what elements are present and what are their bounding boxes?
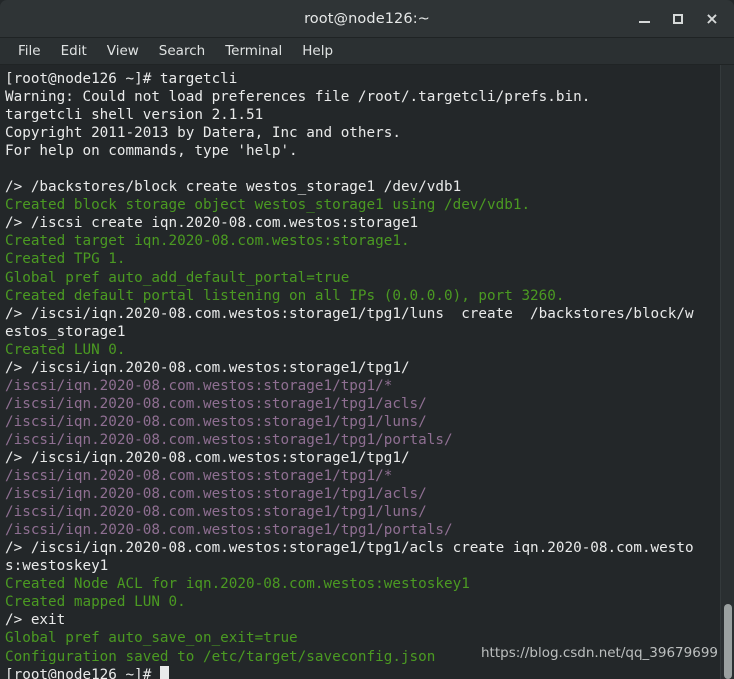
terminal-line: /> exit: [5, 612, 66, 629]
minimize-icon: [638, 21, 650, 23]
terminal-line: /> /iscsi/iqn.2020-08.com.westos:storage…: [5, 359, 410, 376]
terminal-line: [root@node126 ~]# targetcli: [5, 71, 238, 87]
title-bar: root@node126:~ ×: [0, 0, 734, 38]
window-title: root@node126:~: [304, 10, 430, 27]
menu-item-file[interactable]: File: [8, 41, 51, 61]
maximize-button[interactable]: [670, 11, 686, 27]
terminal-line: Created mapped LUN 0.: [5, 594, 186, 611]
terminal-output[interactable]: [root@node126 ~]# targetcli Warning: Coul…: [0, 65, 734, 679]
menu-item-help[interactable]: Help: [292, 41, 343, 61]
terminal-line: /iscsi/iqn.2020-08.com.westos:storage1/t…: [5, 431, 453, 448]
terminal-line: Created target iqn.2020-08.com.westos:st…: [5, 233, 410, 250]
maximize-icon: [673, 13, 683, 24]
terminal-line: /iscsi/iqn.2020-08.com.westos:storage1/t…: [5, 468, 393, 485]
terminal-viewport[interactable]: [root@node126 ~]# targetcli Warning: Coul…: [0, 65, 734, 679]
minimize-button[interactable]: [636, 11, 652, 27]
menu-item-search[interactable]: Search: [149, 41, 215, 61]
terminal-cursor: [159, 665, 169, 679]
terminal-line: Global pref auto_add_default_portal=true: [5, 269, 350, 286]
terminal-line: /> /iscsi/iqn.2020-08.com.westos:storage…: [5, 540, 694, 557]
terminal-line: Created TPG 1.: [5, 251, 126, 268]
terminal-line: /iscsi/iqn.2020-08.com.westos:storage1/t…: [5, 486, 427, 503]
terminal-line: /> /backstores/block create westos_stora…: [5, 179, 462, 196]
terminal-line: s:westoskey1: [5, 558, 109, 575]
terminal-line: /> /iscsi/iqn.2020-08.com.westos:storage…: [5, 305, 694, 322]
menu-item-terminal[interactable]: Terminal: [215, 41, 292, 61]
terminal-line: Created default portal listening on all …: [5, 287, 565, 304]
terminal-line: Created Node ACL for iqn.2020-08.com.wes…: [5, 576, 470, 593]
menu-item-edit[interactable]: Edit: [51, 41, 97, 61]
terminal-line: targetcli shell version 2.1.51: [5, 107, 264, 124]
menu-item-view[interactable]: View: [97, 41, 149, 61]
terminal-prompt: [root@node126 ~]#: [5, 666, 160, 679]
window-controls: ×: [636, 0, 726, 37]
terminal-line: /iscsi/iqn.2020-08.com.westos:storage1/t…: [5, 522, 453, 539]
terminal-scrollbar[interactable]: [720, 65, 734, 679]
close-icon: ×: [705, 8, 719, 28]
terminal-line: /iscsi/iqn.2020-08.com.westos:storage1/t…: [5, 395, 427, 412]
scrollbar-thumb[interactable]: [724, 604, 732, 679]
terminal-line: Created block storage object westos_stor…: [5, 197, 531, 214]
menu-bar: File Edit View Search Terminal Help: [0, 38, 734, 65]
terminal-line: For help on commands, type 'help'.: [5, 143, 298, 160]
terminal-line: Created LUN 0.: [5, 341, 126, 358]
terminal-line: /iscsi/iqn.2020-08.com.westos:storage1/t…: [5, 377, 393, 394]
terminal-line: estos_storage1: [5, 323, 126, 340]
terminal-line: Warning: Could not load preferences file…: [5, 89, 591, 106]
terminal-line: /iscsi/iqn.2020-08.com.westos:storage1/t…: [5, 413, 427, 430]
terminal-prompt-line[interactable]: [root@node126 ~]#: [5, 665, 734, 679]
terminal-window: root@node126:~ × File Edit View Search T…: [0, 0, 734, 679]
terminal-line: /> /iscsi create iqn.2020-08.com.westos:…: [5, 215, 419, 232]
watermark-text: https://blog.csdn.net/qq_39679699: [480, 645, 718, 661]
close-button[interactable]: ×: [704, 8, 720, 28]
terminal-line: Copyright 2011-2013 by Datera, Inc and o…: [5, 125, 401, 142]
terminal-line: /iscsi/iqn.2020-08.com.westos:storage1/t…: [5, 504, 427, 521]
terminal-line: /> /iscsi/iqn.2020-08.com.westos:storage…: [5, 449, 410, 466]
